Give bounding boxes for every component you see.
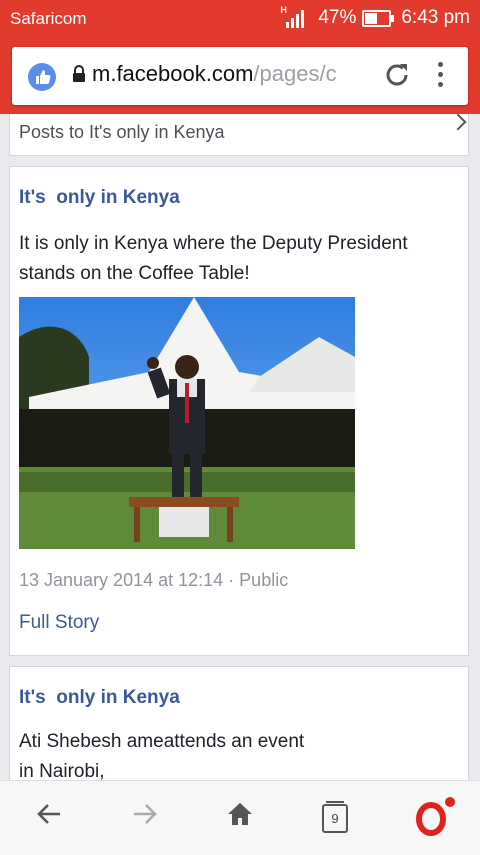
page-content: Posts to It's only in Kenya It's only in… <box>0 114 480 780</box>
menu-icon[interactable] <box>438 62 444 92</box>
forward-icon[interactable] <box>130 799 160 834</box>
battery-percent: 47% <box>318 7 357 28</box>
post-author[interactable]: It's only in Kenya <box>19 687 180 709</box>
url-domain: m.facebook.com <box>92 61 254 86</box>
post-text: It is only in Kenya where the Deputy Pre… <box>19 233 408 284</box>
lock-icon <box>72 65 86 88</box>
address-bar[interactable]: m.facebook.com/pages/c <box>12 47 468 105</box>
post-card: It's only in Kenya Ati Shebesh ameattend… <box>9 666 469 780</box>
status-bar: Safaricom H 47% 6:43 pm <box>0 0 480 38</box>
url-path: /pages/c <box>253 61 337 86</box>
clock: 6:43 pm <box>401 7 470 28</box>
post-card: It's only in Kenya It is only in Kenya w… <box>9 166 469 656</box>
opera-icon[interactable] <box>416 797 458 842</box>
battery-icon <box>362 9 395 27</box>
home-icon[interactable] <box>225 799 255 834</box>
post-timestamp[interactable]: 13 January 2014 at 12:14 <box>19 570 223 590</box>
back-icon[interactable] <box>34 799 64 834</box>
like-icon[interactable] <box>28 63 56 91</box>
reload-icon[interactable] <box>382 60 412 95</box>
post-photo[interactable] <box>19 297 355 549</box>
tab-count: 9 <box>331 811 339 826</box>
full-story-link[interactable]: Full Story <box>19 612 99 634</box>
carrier-name: Safaricom <box>10 9 87 28</box>
post-text: Ati Shebesh ameattends an event in Nairo… <box>19 731 305 780</box>
post-author[interactable]: It's only in Kenya <box>19 187 180 209</box>
post-privacy: Public <box>239 570 289 590</box>
browser-toolbar: m.facebook.com/pages/c <box>0 38 480 114</box>
post-meta: 13 January 2014 at 12:14 · Public <box>19 570 289 590</box>
signal-icon: H <box>280 5 310 29</box>
url-text[interactable]: m.facebook.com/pages/c <box>92 61 375 87</box>
posts-header-label: Posts to It's only in Kenya <box>19 122 225 142</box>
status-icons: H 47% 6:43 pm <box>280 5 470 29</box>
posts-header[interactable]: Posts to It's only in Kenya <box>9 114 469 156</box>
chevron-icon <box>449 114 467 131</box>
bottom-nav: 9 <box>0 780 480 855</box>
